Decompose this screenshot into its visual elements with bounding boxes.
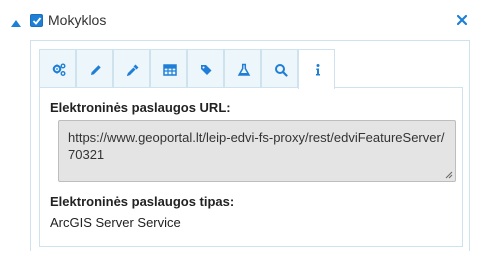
layer-header: Mokyklos — [0, 0, 477, 40]
url-textarea[interactable]: https://www.geoportal.lt/leip-edvi-fs-pr… — [58, 120, 456, 182]
tab-analysis[interactable] — [224, 49, 261, 88]
layer-visibility-checkbox[interactable] — [30, 14, 43, 27]
service-type-value: ArcGIS Server Service — [50, 215, 181, 230]
pencil-icon — [91, 65, 101, 75]
info-tab-content: Elektroninės paslaugos URL: https://www.… — [39, 87, 463, 247]
tab-info[interactable] — [298, 49, 335, 89]
search-icon — [275, 64, 288, 77]
tab-settings[interactable] — [39, 49, 76, 88]
tab-attribute-table[interactable] — [150, 49, 187, 88]
close-icon[interactable] — [455, 13, 469, 27]
collapse-triangle-icon[interactable] — [10, 16, 22, 27]
info-icon — [316, 64, 320, 76]
url-label: Elektroninės paslaugos URL: — [50, 100, 231, 115]
eyedropper-icon — [126, 64, 139, 77]
tab-search[interactable] — [261, 49, 298, 88]
tab-style[interactable] — [113, 49, 150, 88]
tab-edit[interactable] — [76, 49, 113, 88]
table-icon — [163, 64, 177, 76]
layer-settings-panel: Elektroninės paslaugos URL: https://www.… — [30, 40, 470, 251]
tags-icon — [201, 65, 212, 75]
tab-labels[interactable] — [187, 49, 224, 88]
flask-icon — [237, 63, 251, 76]
layer-name: Mokyklos — [48, 12, 107, 28]
service-type-label: Elektroninės paslaugos tipas: — [50, 194, 235, 209]
gears-icon — [52, 63, 66, 76]
resize-grip-icon[interactable] — [444, 170, 453, 179]
url-value: https://www.geoportal.lt/leip-edvi-fs-pr… — [68, 130, 445, 162]
